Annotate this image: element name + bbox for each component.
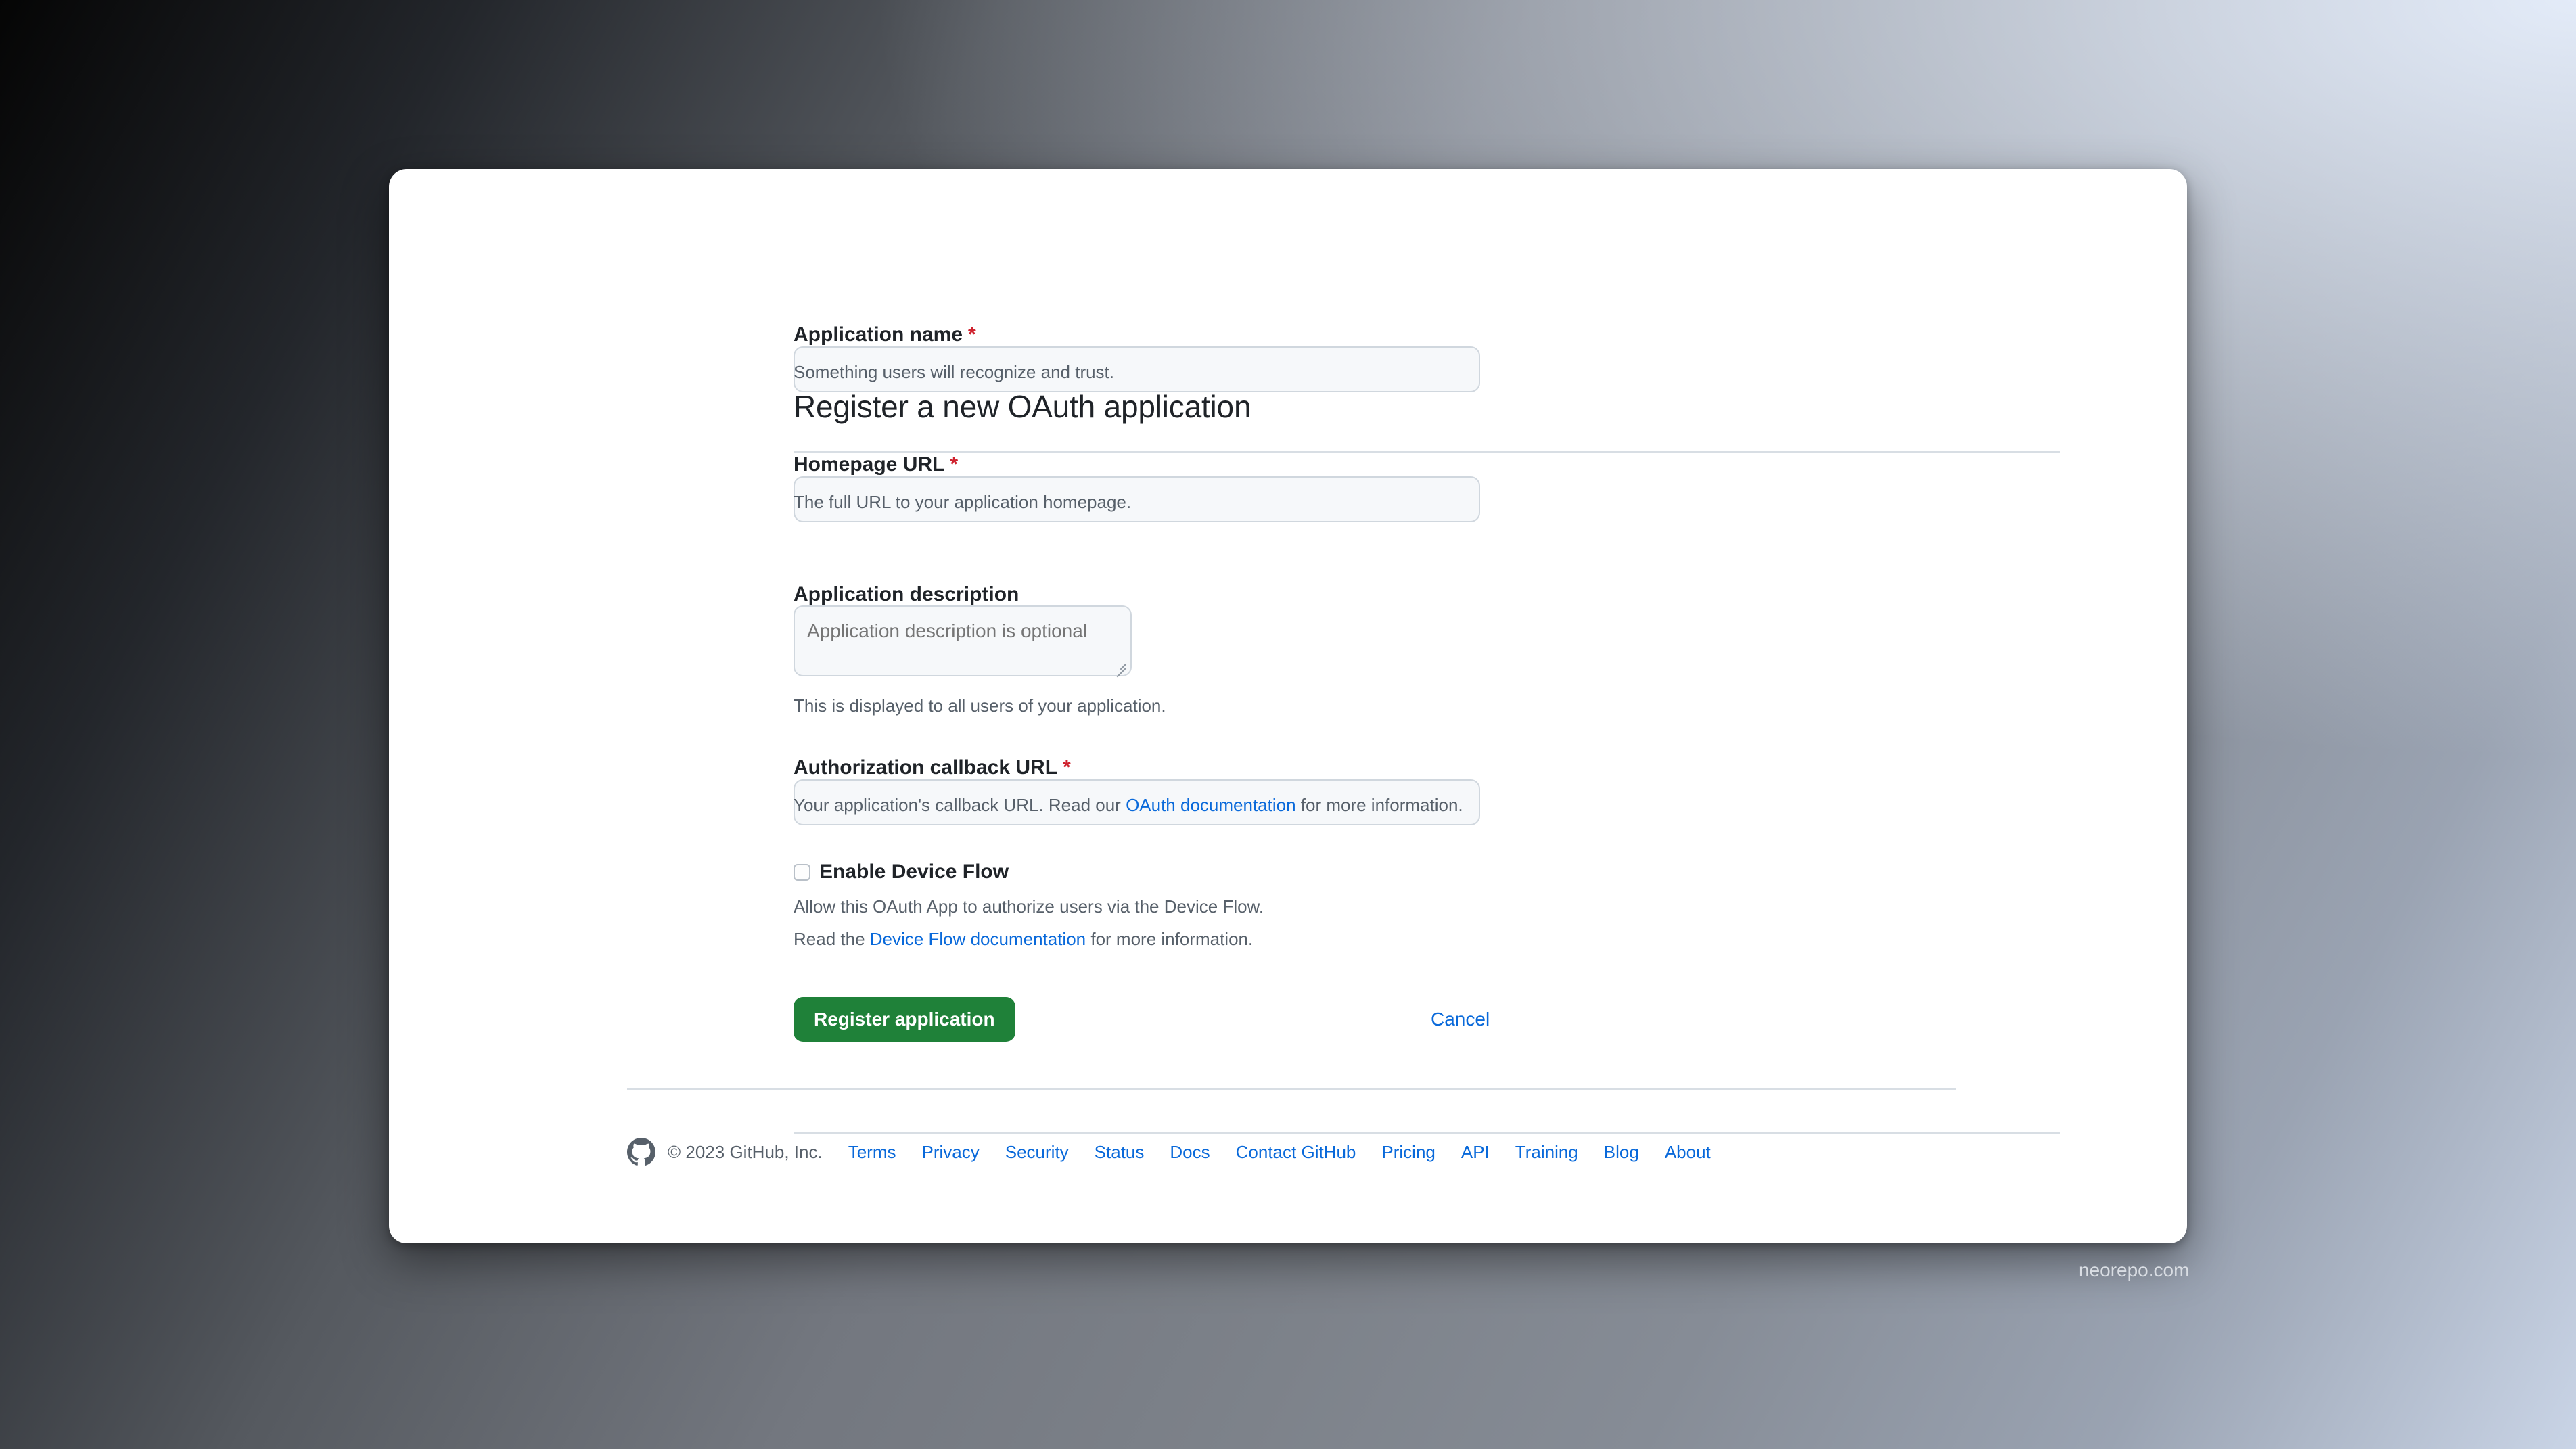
footer-link-about[interactable]: About	[1665, 1142, 1711, 1163]
actions-divider	[794, 1132, 2060, 1134]
homepage-url-label-text: Homepage URL	[794, 453, 945, 476]
enable-device-flow-row[interactable]: Enable Device Flow	[794, 860, 1009, 883]
application-name-help: Something users will recognize and trust…	[794, 362, 1115, 382]
footer-link-blog[interactable]: Blog	[1604, 1142, 1639, 1163]
page-title: Register a new OAuth application	[794, 389, 1251, 424]
required-asterisk: *	[950, 453, 959, 476]
footer-link-contact-github[interactable]: Contact GitHub	[1236, 1142, 1356, 1163]
authorization-callback-url-label-text: Authorization callback URL	[794, 756, 1058, 779]
footer-link-privacy[interactable]: Privacy	[922, 1142, 980, 1163]
cancel-button[interactable]: Cancel	[1431, 997, 1490, 1042]
device-flow-read-prefix: Read the	[794, 929, 870, 949]
required-asterisk: *	[1063, 756, 1071, 779]
enable-device-flow-label: Enable Device Flow	[819, 860, 1009, 883]
footer-link-docs[interactable]: Docs	[1170, 1142, 1210, 1163]
authorization-callback-url-label: Authorization callback URL *	[794, 756, 1071, 779]
device-flow-read-more: Read the Device Flow documentation for m…	[794, 929, 1253, 950]
application-name-label: Application name *	[794, 323, 976, 346]
enable-device-flow-checkbox[interactable]	[794, 863, 810, 881]
application-name-label-text: Application name	[794, 323, 963, 346]
footer-divider	[627, 1088, 1956, 1090]
device-flow-documentation-link[interactable]: Device Flow documentation	[870, 929, 1086, 949]
homepage-url-help: The full URL to your application homepag…	[794, 492, 1132, 512]
callback-help-suffix: for more information.	[1295, 795, 1463, 815]
application-description-label-text: Application description	[794, 583, 1019, 605]
oauth-registration-card: Register a new OAuth application Applica…	[389, 169, 2187, 1243]
footer-link-status[interactable]: Status	[1095, 1142, 1145, 1163]
copyright-text: © 2023 GitHub, Inc.	[668, 1141, 823, 1162]
application-description-label: Application description	[794, 583, 1019, 606]
footer-link-security[interactable]: Security	[1005, 1142, 1069, 1163]
authorization-callback-url-help: Your application's callback URL. Read ou…	[794, 795, 1463, 816]
application-description-textarea[interactable]	[794, 605, 1132, 676]
footer-link-terms[interactable]: Terms	[848, 1142, 896, 1163]
application-description-help: This is displayed to all users of your a…	[794, 695, 1166, 716]
footer-link-api[interactable]: API	[1461, 1142, 1490, 1163]
watermark: neorepo.com	[2079, 1260, 2190, 1281]
card-content: Register a new OAuth application Applica…	[389, 169, 2187, 1243]
device-flow-description: Allow this OAuth App to authorize users …	[794, 896, 1264, 917]
github-logo-icon	[627, 1138, 656, 1166]
footer-link-pricing[interactable]: Pricing	[1381, 1142, 1435, 1163]
footer: © 2023 GitHub, Inc. Terms Privacy Securi…	[627, 1138, 1711, 1166]
footer-link-training[interactable]: Training	[1515, 1142, 1578, 1163]
required-asterisk: *	[968, 323, 976, 346]
title-divider	[794, 451, 2060, 453]
oauth-documentation-link[interactable]: OAuth documentation	[1126, 795, 1296, 815]
device-flow-read-suffix: for more information.	[1086, 929, 1254, 949]
callback-help-prefix: Your application's callback URL. Read ou…	[794, 795, 1126, 815]
register-application-button[interactable]: Register application	[794, 997, 1015, 1042]
homepage-url-label: Homepage URL *	[794, 453, 958, 476]
